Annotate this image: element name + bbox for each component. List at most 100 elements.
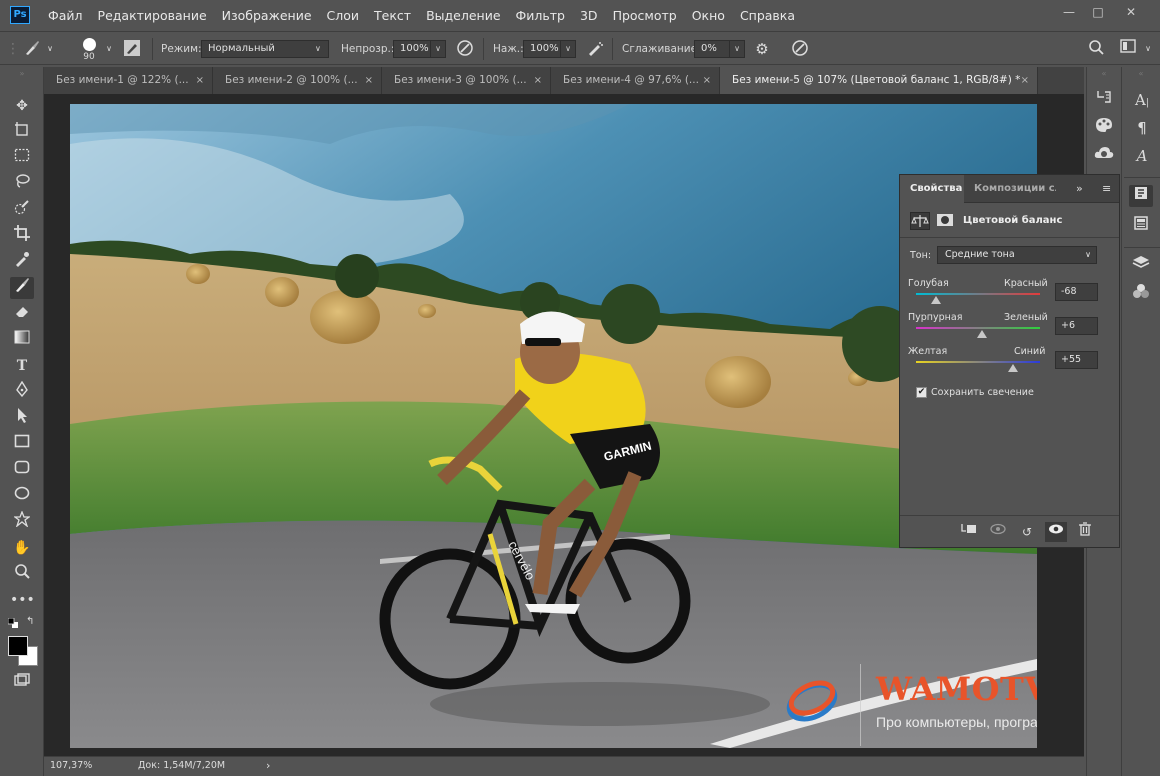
maximize-button[interactable]: □ <box>1084 2 1112 22</box>
default-colors-icon[interactable] <box>7 617 18 628</box>
menu-image[interactable]: Изображение <box>222 8 312 23</box>
type-tool-icon[interactable]: T <box>10 355 34 377</box>
flow-input[interactable]: 100% <box>523 40 561 58</box>
slider-cyan-red-thumb[interactable] <box>930 296 941 304</box>
custom-shape-tool-icon[interactable] <box>10 510 34 533</box>
lasso-tool-icon[interactable] <box>10 173 34 195</box>
pen-tool-icon[interactable] <box>10 380 34 403</box>
tab-document-4[interactable]: Без имени-4 @ 97,6% (... × <box>551 67 720 94</box>
status-menu-arrow[interactable]: › <box>266 759 270 772</box>
close-icon[interactable]: × <box>196 67 204 94</box>
magenta-green-value[interactable]: +6 <box>1055 317 1098 335</box>
rounded-rectangle-tool-icon[interactable] <box>10 459 34 481</box>
smoothing-dropdown[interactable]: ∨ <box>729 40 745 58</box>
delete-trash-icon[interactable] <box>1074 522 1096 542</box>
close-icon[interactable]: × <box>365 67 373 94</box>
minimize-button[interactable]: — <box>1055 2 1083 22</box>
tab-document-2[interactable]: Без имени-2 @ 100% (... × <box>213 67 382 94</box>
search-icon[interactable] <box>1086 39 1106 59</box>
close-icon[interactable]: × <box>534 67 542 94</box>
eyedropper-tool-icon[interactable] <box>10 251 34 273</box>
chevron-down-icon[interactable]: ∨ <box>1138 39 1158 59</box>
glyphs-panel-icon[interactable]: A <box>1130 145 1154 167</box>
clip-to-layer-icon[interactable] <box>958 522 980 542</box>
panel-menu-icon[interactable]: ≡ <box>1102 182 1111 195</box>
pressure-opacity-icon[interactable] <box>455 39 475 59</box>
foreground-color-swatch[interactable] <box>8 636 28 656</box>
ellipse-tool-icon[interactable] <box>10 485 34 507</box>
marquee-tool-icon[interactable] <box>10 147 34 169</box>
view-previous-state-icon[interactable] <box>987 522 1009 542</box>
slider-magenta-green-track[interactable] <box>916 327 1040 329</box>
slider-cyan-red-track[interactable] <box>916 293 1040 295</box>
more-tools-icon[interactable]: ••• <box>10 589 35 611</box>
properties-panel-icon[interactable] <box>1129 185 1153 207</box>
collapse-toolbar-icon[interactable]: » <box>8 69 36 78</box>
zoom-level[interactable]: 107,37% <box>50 760 92 771</box>
swap-colors-icon[interactable]: ↰ <box>26 616 38 628</box>
close-icon[interactable]: × <box>703 67 711 94</box>
tab-properties[interactable]: Свойства <box>900 175 964 203</box>
mode-select[interactable]: Нормальный <box>201 40 329 58</box>
gradient-tool-icon[interactable] <box>10 329 34 351</box>
preserve-luminosity-checkbox[interactable]: ✔ <box>916 387 927 398</box>
slider-yellow-blue-track[interactable] <box>916 361 1040 363</box>
close-window-button[interactable]: ✕ <box>1117 2 1145 22</box>
settings-gear-icon[interactable]: ⚙ <box>752 39 772 59</box>
tab-layer-comps[interactable]: Композиции слоё <box>964 175 1056 203</box>
slider-magenta-green-thumb[interactable] <box>976 330 987 338</box>
quick-select-tool-icon[interactable] <box>10 199 34 221</box>
smoothing-input[interactable]: 0% <box>694 40 730 58</box>
zoom-tool-icon[interactable] <box>10 563 34 585</box>
move-tool-icon[interactable]: ✥ <box>10 95 34 117</box>
pressure-size-icon[interactable] <box>790 39 810 59</box>
eraser-tool-icon[interactable] <box>10 303 34 325</box>
workspace-icon[interactable] <box>1118 39 1138 59</box>
character-panel-icon[interactable]: A| <box>1130 89 1154 111</box>
libraries-icon[interactable] <box>1092 145 1116 167</box>
paragraph-panel-icon[interactable]: ¶ <box>1130 117 1154 139</box>
collapse-dock-icon[interactable]: « <box>1130 69 1152 78</box>
swatches-palette-icon[interactable] <box>1092 117 1116 139</box>
expand-panel-icon[interactable]: » <box>1076 182 1083 195</box>
tab-document-5[interactable]: Без имени-5 @ 107% (Цветовой баланс 1, R… <box>720 67 1038 94</box>
menu-help[interactable]: Справка <box>740 8 795 23</box>
airbrush-icon[interactable] <box>585 39 605 59</box>
hand-tool-icon[interactable]: ✋ <box>10 537 34 559</box>
flow-dropdown[interactable]: ∨ <box>560 40 576 58</box>
cyan-red-value[interactable]: -68 <box>1055 283 1098 301</box>
menu-3d[interactable]: 3D <box>580 8 598 23</box>
yellow-blue-value[interactable]: +55 <box>1055 351 1098 369</box>
history-icon[interactable] <box>1092 89 1116 111</box>
tab-document-1[interactable]: Без имени-1 @ 122% (... × <box>44 67 213 94</box>
channels-panel-icon[interactable] <box>1129 283 1153 305</box>
menu-window[interactable]: Окно <box>692 8 725 23</box>
opacity-input[interactable]: 100% <box>393 40 431 58</box>
chevron-down-icon[interactable]: ∨ <box>40 39 60 59</box>
visibility-eye-icon[interactable] <box>1045 522 1067 542</box>
crop-tool-icon[interactable] <box>10 225 34 247</box>
brush-panel-toggle-icon[interactable] <box>122 39 142 59</box>
path-selection-tool-icon[interactable] <box>10 407 34 429</box>
close-icon[interactable]: × <box>1021 67 1029 94</box>
layers-panel-icon[interactable] <box>1129 255 1153 277</box>
layer-mask-icon[interactable] <box>936 212 956 230</box>
menu-layers[interactable]: Слои <box>327 8 360 23</box>
brush-tool-icon[interactable] <box>10 277 34 299</box>
brush-preset-icon[interactable] <box>22 39 42 59</box>
collapse-dock-icon[interactable]: « <box>1093 69 1115 78</box>
opacity-dropdown[interactable]: ∨ <box>430 40 446 58</box>
menu-file[interactable]: Файл <box>48 8 83 23</box>
menu-edit[interactable]: Редактирование <box>98 8 207 23</box>
artboard-tool-icon[interactable] <box>10 121 34 143</box>
chevron-down-icon[interactable]: ∨ <box>99 39 119 59</box>
reset-icon[interactable]: ↺ <box>1016 522 1038 542</box>
menu-select[interactable]: Выделение <box>426 8 500 23</box>
menu-view[interactable]: Просмотр <box>613 8 677 23</box>
canvas-image[interactable]: cervélo GARMIN WAMOTVET.RU Про компьютер… <box>70 104 1037 748</box>
rectangle-tool-icon[interactable] <box>10 433 34 455</box>
screen-mode-icon[interactable] <box>10 672 34 694</box>
slider-yellow-blue-thumb[interactable] <box>1007 364 1018 372</box>
menu-filter[interactable]: Фильтр <box>516 8 565 23</box>
tab-document-3[interactable]: Без имени-3 @ 100% (... × <box>382 67 551 94</box>
